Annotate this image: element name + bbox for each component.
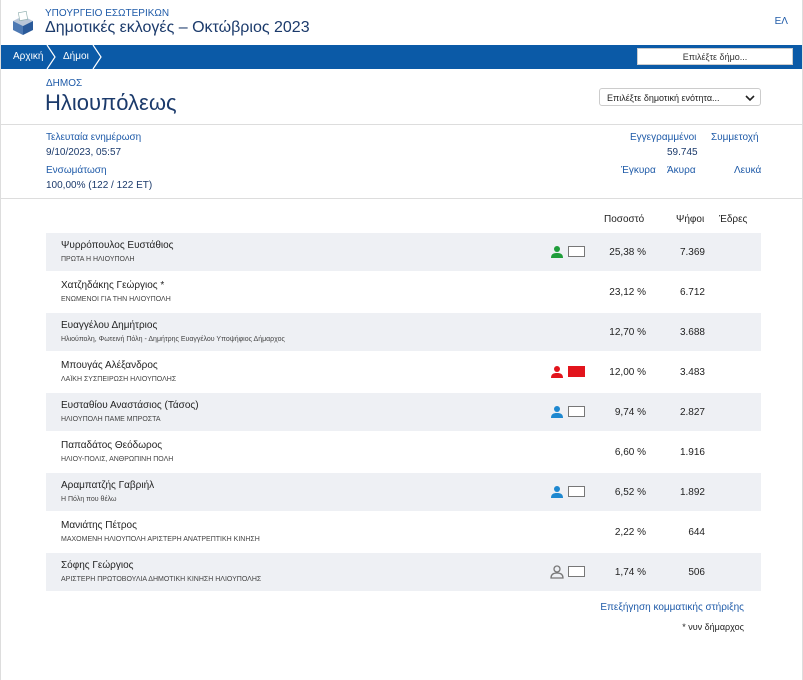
- table-row[interactable]: Μανιάτης Πέτρος ΜΑΧΟΜΕΝΗ ΗΛΙΟΥΠΟΛΗ ΑΡΙΣΤΕ…: [46, 513, 761, 551]
- person-icon: [550, 565, 564, 579]
- table-row[interactable]: Ευσταθίου Αναστάσιος (Τάσος) ΗΛΙΟΥΠΟΛΗ ΠΑ…: [46, 393, 761, 431]
- candidate-name: Μπουγάς Αλέξανδρος: [61, 360, 158, 371]
- ministry-label: ΥΠΟΥΡΓΕΙΟ ΕΣΩΤΕΡΙΚΩΝ: [45, 8, 170, 19]
- vote-percent: 12,70 %: [609, 327, 646, 338]
- candidate-name: Χατζηδάκης Γεώργιος *: [61, 280, 165, 291]
- invalid-label: Άκυρα: [667, 165, 696, 176]
- person-icon: [551, 406, 563, 418]
- integration-value: 100,00% (122 / 122 ΕΤ): [46, 180, 153, 191]
- chevron-down-icon: [745, 95, 755, 102]
- last-update-label: Τελευταία ενημέρωση: [46, 132, 142, 143]
- party-flag-icon: [568, 566, 585, 577]
- candidate-name: Ευαγγέλου Δημήτριος: [61, 320, 158, 331]
- registered-label: Εγγεγραμμένοι: [630, 132, 697, 143]
- blank-label: Λευκά: [734, 165, 762, 176]
- header-percent: Ποσοστό: [604, 214, 645, 225]
- person-icon: [551, 246, 563, 258]
- ballot-box-icon: [13, 11, 33, 35]
- person-icon: [551, 366, 563, 378]
- candidate-name: Αραμπατζής Γαβριήλ: [61, 480, 155, 491]
- breadcrumb: Αρχική Δήμοι Επιλέξτε δήμο...: [1, 45, 802, 69]
- vote-percent: 25,38 %: [609, 247, 646, 258]
- header-votes: Ψήφοι: [676, 214, 705, 225]
- party-name: ΜΑΧΟΜΕΝΗ ΗΛΙΟΥΠΟΛΗ ΑΡΙΣΤΕΡΗ ΑΝΑΤΡΕΠΤΙΚΗ …: [61, 536, 260, 543]
- site-header: ΥΠΟΥΡΓΕΙΟ ΕΣΩΤΕΡΙΚΩΝ Δημοτικές εκλογές –…: [1, 0, 802, 44]
- mayor-note: * νυν δήμαρχος: [682, 622, 744, 632]
- turnout-label: Συμμετοχή: [711, 132, 759, 143]
- table-row[interactable]: Ευαγγέλου Δημήτριος Ηλιούπολη, Φωτεινή Πό…: [46, 313, 761, 351]
- table-row[interactable]: Ψυρρόπουλος Ευστάθιος ΠΡΩΤΑ Η ΗΛΙΟΥΠΟΛΗ 25…: [46, 233, 761, 271]
- vote-percent: 6,52 %: [614, 487, 646, 498]
- unit-select[interactable]: Επιλέξτε δημοτική ενότητα...: [599, 88, 761, 106]
- divider: [1, 198, 802, 199]
- table-row[interactable]: Παπαδάτος Θεόδωρος ΗΛΙΟΥ-ΠΟΛΙΣ, ΑΝΘΡΩΠΙΝΗ…: [46, 433, 761, 471]
- person-icon: [551, 486, 563, 498]
- page: ΥΠΟΥΡΓΕΙΟ ΕΣΩΤΕΡΙΚΩΝ Δημοτικές εκλογές –…: [0, 0, 803, 680]
- vote-percent: 1,74 %: [614, 567, 646, 578]
- party-flag-icon: [568, 406, 585, 417]
- municipality-select[interactable]: Επιλέξτε δήμο...: [637, 48, 793, 65]
- party-name: Η Πόλη που θέλω: [61, 496, 117, 503]
- vote-count: 6.712: [679, 287, 705, 298]
- breadcrumb-home[interactable]: Αρχική: [13, 45, 43, 69]
- party-name: ΗΛΙΟΥΠΟΛΗ ΠΑΜΕ ΜΠΡΟΣΤΑ: [61, 416, 161, 423]
- vote-percent: 2,22 %: [614, 527, 646, 538]
- unit-select-label: Επιλέξτε δημοτική ενότητα...: [607, 93, 720, 103]
- party-name: ΗΛΙΟΥ-ΠΟΛΙΣ, ΑΝΘΡΩΠΙΝΗ ΠΟΛΗ: [61, 456, 174, 463]
- candidate-name: Παπαδάτος Θεόδωρος: [61, 440, 163, 451]
- integration-label: Ενσωμάτωση: [46, 165, 107, 176]
- header-seats: Έδρες: [719, 214, 748, 225]
- vote-count: 644: [688, 527, 705, 538]
- language-switch[interactable]: ΕΛ: [775, 16, 788, 27]
- vote-count: 3.688: [679, 327, 705, 338]
- registered-value: 59.745: [667, 147, 698, 158]
- breadcrumb-municipalities[interactable]: Δήμοι: [63, 45, 89, 69]
- party-flag-icon: [568, 246, 585, 257]
- explanation-link[interactable]: Επεξήγηση κομματικής στήριξης: [600, 602, 744, 613]
- page-title[interactable]: Δημοτικές εκλογές – Οκτώβριος 2023: [45, 19, 310, 37]
- party-flag-icon: [568, 486, 585, 497]
- vote-count: 2.827: [679, 407, 705, 418]
- chevron-right-icon: [92, 45, 102, 69]
- vote-count: 3.483: [679, 367, 705, 378]
- vote-count: 1.892: [679, 487, 705, 498]
- table-row[interactable]: Χατζηδάκης Γεώργιος * ΕΝΩΜΕΝΟΙ ΓΙΑ ΤΗΝ ΗΛ…: [46, 273, 761, 311]
- table-row[interactable]: Σόφης Γεώργιος ΑΡΙΣΤΕΡΗ ΠΡΩΤΟΒΟΥΛΙΑ ΔΗΜΟΤ…: [46, 553, 761, 591]
- candidate-name: Ψυρρόπουλος Ευστάθιος: [61, 240, 174, 251]
- party-name: ΛΑΪΚΗ ΣΥΣΠΕΙΡΩΣΗ ΗΛΙΟΥΠΟΛΗΣ: [61, 376, 177, 383]
- vote-count: 1.916: [679, 447, 705, 458]
- vote-percent: 23,12 %: [609, 287, 646, 298]
- vote-count: 506: [688, 567, 705, 578]
- divider: [1, 124, 802, 125]
- party-name: ΕΝΩΜΕΝΟΙ ΓΙΑ ΤΗΝ ΗΛΙΟΥΠΟΛΗ: [61, 296, 171, 303]
- candidate-name: Ευσταθίου Αναστάσιος (Τάσος): [61, 400, 199, 411]
- party-flag-icon: [568, 366, 585, 377]
- candidate-name: Μανιάτης Πέτρος: [61, 520, 137, 531]
- party-name: ΠΡΩΤΑ Η ΗΛΙΟΥΠΟΛΗ: [61, 256, 135, 263]
- chevron-right-icon: [46, 45, 56, 69]
- party-name: ΑΡΙΣΤΕΡΗ ΠΡΩΤΟΒΟΥΛΙΑ ΔΗΜΟΤΙΚΗ ΚΙΝΗΣΗ ΗΛΙ…: [61, 576, 262, 583]
- table-row[interactable]: Μπουγάς Αλέξανδρος ΛΑΪΚΗ ΣΥΣΠΕΙΡΩΣΗ ΗΛΙΟΥ…: [46, 353, 761, 391]
- last-update-value: 9/10/2023, 05:57: [46, 147, 122, 158]
- municipality-name: Ηλιουπόλεως: [45, 90, 177, 115]
- party-name: Ηλιούπολη, Φωτεινή Πόλη - Δημήτρης Ευαγγ…: [61, 336, 285, 343]
- municipality-label: ΔΗΜΟΣ: [46, 78, 83, 89]
- vote-percent: 12,00 %: [609, 367, 646, 378]
- candidate-name: Σόφης Γεώργιος: [61, 560, 134, 571]
- vote-count: 7.369: [679, 247, 705, 258]
- valid-label: Έγκυρα: [621, 165, 656, 176]
- table-row[interactable]: Αραμπατζής Γαβριήλ Η Πόλη που θέλω 6,52 % 1…: [46, 473, 761, 511]
- vote-percent: 6,60 %: [614, 447, 646, 458]
- vote-percent: 9,74 %: [614, 407, 646, 418]
